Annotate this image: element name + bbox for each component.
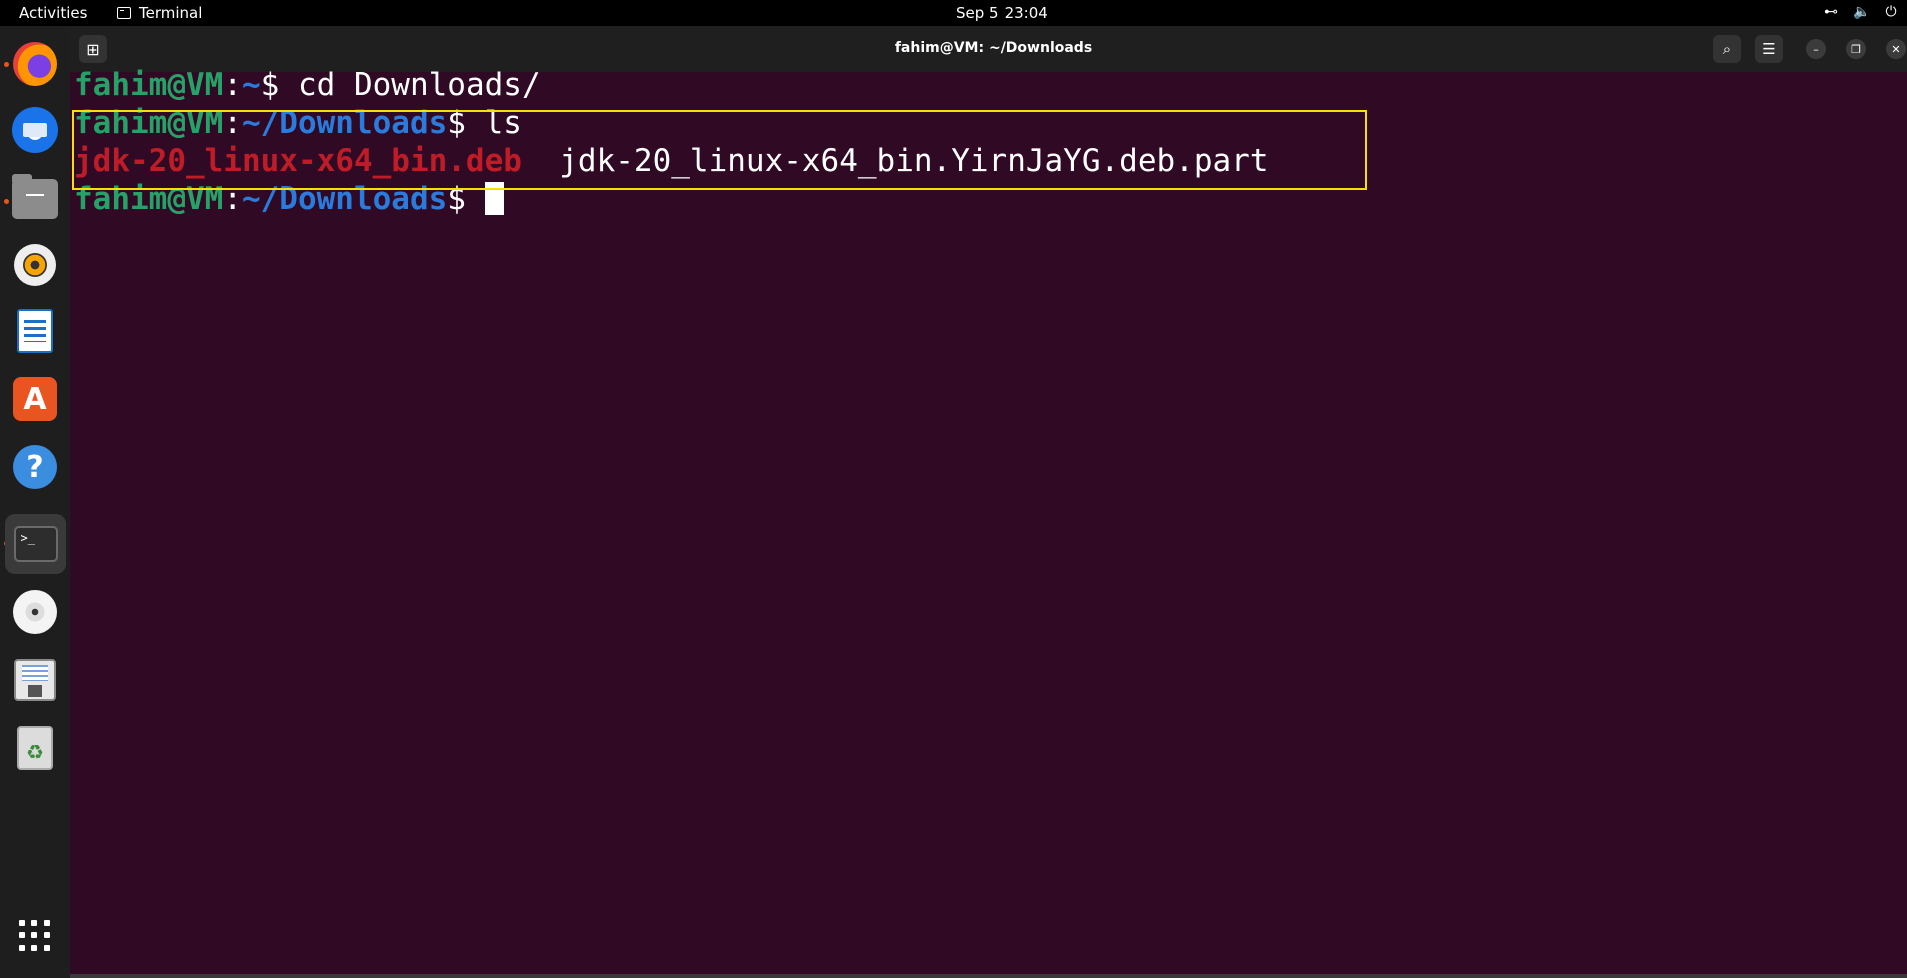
system-tray[interactable]: ⊷ 🔈 ⏻ [1823, 4, 1899, 20]
dock-item-thunderbird[interactable] [12, 107, 58, 153]
clock-time: 23:04 [1004, 4, 1048, 22]
network-icon[interactable]: ⊷ [1823, 4, 1839, 20]
dock-item-writer[interactable] [12, 308, 58, 354]
search-icon: ⌕ [1722, 40, 1732, 58]
thunderbird-icon [12, 107, 58, 153]
highlight-box [72, 110, 1367, 190]
maximize-icon: ❐ [1851, 42, 1861, 56]
trash-icon: ♻ [17, 726, 53, 770]
app-center-icon: A [13, 377, 57, 421]
dock-item-trash[interactable]: ♻ [12, 725, 58, 771]
terminal-output[interactable]: fahim@VM:~$ cd Downloads/ fahim@VM:~/Dow… [72, 67, 1907, 974]
dock-item-dvd[interactable] [12, 589, 58, 635]
dock-item-firefox[interactable] [12, 41, 58, 87]
app-grid-icon [19, 920, 51, 952]
dock-item-rhythmbox[interactable] [12, 242, 58, 288]
dock-item-help[interactable]: ? [12, 444, 58, 490]
app-menu-label: Terminal [139, 4, 203, 22]
prompt-symbol: $ [260, 67, 298, 103]
top-bar: Activities Terminal Sep 5 23:04 ⊷ 🔈 ⏻ [0, 0, 1907, 26]
dock: A ? >_ ♻ [0, 26, 70, 978]
prompt-separator: : [223, 67, 242, 103]
volume-icon[interactable]: 🔈 [1853, 4, 1870, 20]
dock-item-files[interactable] [12, 174, 58, 222]
rhythmbox-icon [14, 244, 56, 286]
terminal-headerbar: ⊞ fahim@VM: ~/Downloads ⌕ ☰ – ❐ ✕ [70, 26, 1907, 72]
running-indicator [4, 62, 9, 67]
command-text: cd Downloads/ [297, 67, 541, 103]
close-button[interactable]: ✕ [1886, 39, 1906, 59]
terminal-small-icon [117, 7, 131, 19]
running-indicator [4, 199, 9, 204]
window-bottom-edge [70, 974, 1907, 978]
maximize-button[interactable]: ❐ [1846, 39, 1866, 59]
show-apps-button[interactable] [12, 913, 58, 959]
files-icon [12, 174, 58, 219]
minimize-icon: – [1813, 42, 1819, 56]
disc-icon [13, 590, 57, 634]
search-button[interactable]: ⌕ [1713, 35, 1741, 63]
dock-item-terminal[interactable]: >_ [5, 514, 66, 574]
terminal-line: fahim@VM:~$ cd Downloads/ [74, 67, 541, 104]
app-menu[interactable]: Terminal [117, 4, 202, 22]
dock-item-app-center[interactable]: A [12, 376, 58, 422]
prompt-user: fahim@VM [74, 67, 224, 103]
power-icon[interactable]: ⏻ [1883, 4, 1899, 20]
terminal-icon: >_ [13, 526, 58, 562]
writer-icon [17, 309, 53, 353]
window-title: fahim@VM: ~/Downloads [894, 40, 1093, 56]
prompt-path: ~ [241, 67, 261, 103]
clock-date: Sep 5 [956, 4, 999, 22]
hamburger-icon: ☰ [1762, 40, 1776, 58]
close-icon: ✕ [1891, 42, 1901, 56]
menu-button[interactable]: ☰ [1755, 35, 1783, 63]
activities-button[interactable]: Activities [19, 4, 87, 22]
firefox-icon [13, 42, 57, 86]
dock-item-disk-image[interactable] [12, 657, 58, 703]
help-icon: ? [13, 445, 57, 489]
minimize-button[interactable]: – [1806, 39, 1826, 59]
clock[interactable]: Sep 5 23:04 [956, 4, 1048, 22]
disk-image-icon [14, 659, 56, 701]
